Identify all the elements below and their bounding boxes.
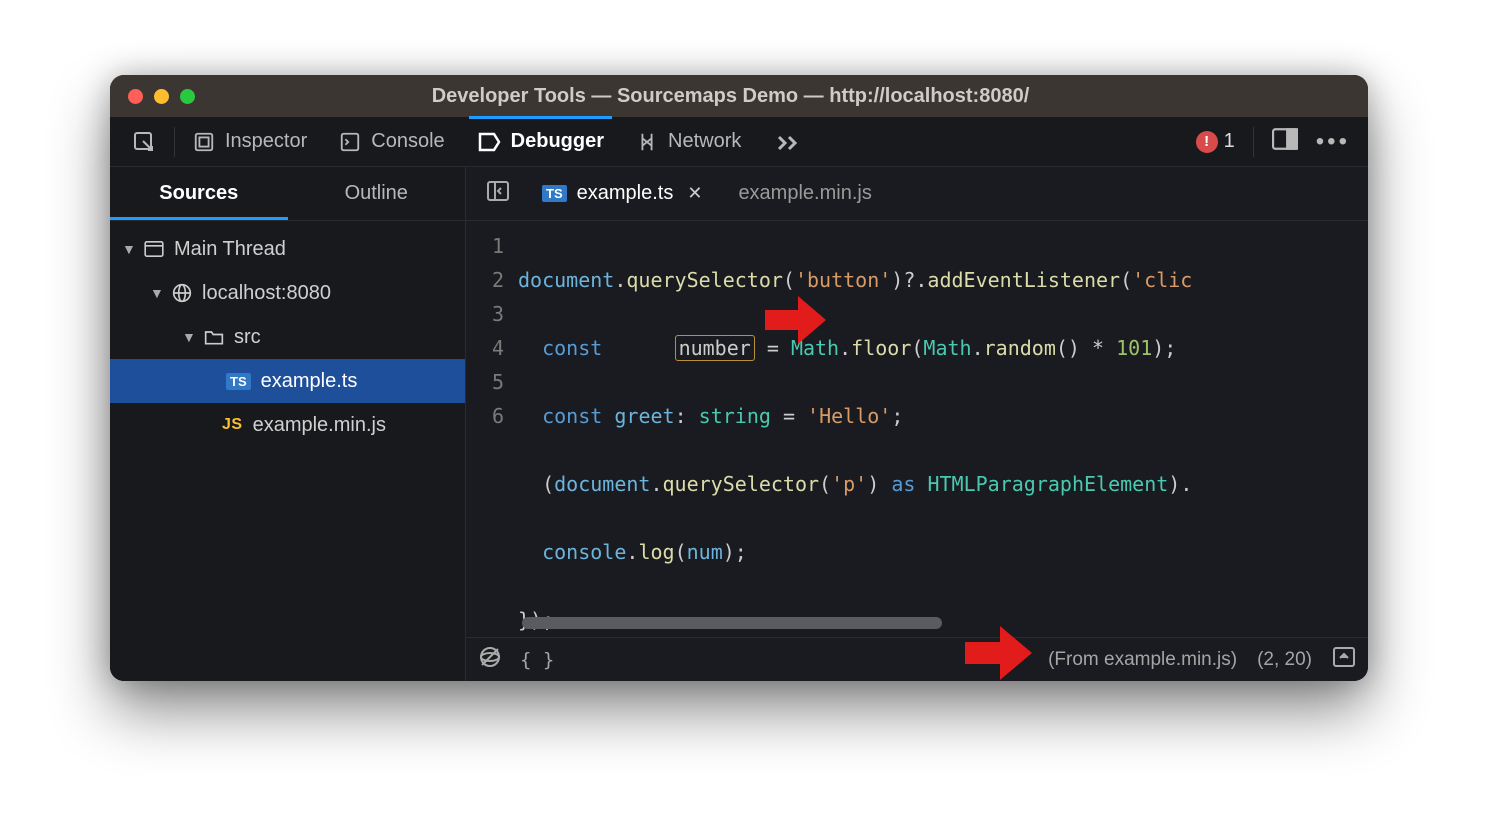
file-tab-example-ts[interactable]: TS example.ts ✕ [526,167,718,220]
file-tab-example-min-js[interactable]: example.min.js [722,167,887,220]
horizontal-scrollbar[interactable] [522,617,942,629]
ts-badge-icon: TS [226,373,251,390]
tree-host-label: localhost:8080 [202,282,331,305]
js-badge-icon: JS [222,416,243,434]
line-gutter: 1 2 3 4 5 6 [466,221,514,637]
tab-inspector[interactable]: Inspector [179,117,321,166]
tree-file-js-label: example.min.js [253,414,386,437]
code-editor[interactable]: 1 2 3 4 5 6 document.querySelector('butt… [466,221,1368,637]
window-titlebar: Developer Tools — Sourcemaps Demo — http… [110,75,1368,117]
highlighted-token: number [675,335,755,361]
chevron-down-icon: ▼ [122,241,134,257]
code-line: const greet: string = 'Hello'; [518,399,1368,433]
error-count: 1 [1224,130,1235,153]
kebab-menu-icon[interactable]: ••• [1316,128,1350,156]
cursor-position: (2, 20) [1257,649,1312,671]
ts-badge-icon: TS [542,185,567,202]
overflow-tabs-icon[interactable] [759,117,815,166]
globe-icon [172,283,192,303]
error-indicator[interactable]: ! 1 [1196,130,1235,153]
tab-console-label: Console [371,130,444,153]
chevron-down-icon: ▼ [182,329,194,345]
code-content: document.querySelector('button')?.addEve… [514,221,1368,637]
tree-main-thread-label: Main Thread [174,238,286,261]
code-line: document.querySelector('button')?.addEve… [518,263,1368,297]
devtools-window: Developer Tools — Sourcemaps Demo — http… [110,75,1368,681]
tab-debugger-label: Debugger [511,130,604,153]
dock-icon[interactable] [1272,128,1298,156]
sidebar-tab-outline[interactable]: Outline [288,167,466,220]
file-tab-bar: TS example.ts ✕ example.min.js [466,167,1368,221]
folder-icon [204,328,224,346]
sources-sidebar: Sources Outline ▼ Main Thread ▼ localhos… [110,167,466,681]
tree-main-thread[interactable]: ▼ Main Thread [110,227,465,271]
sidebar-tab-sources[interactable]: Sources [110,167,288,220]
tab-network[interactable]: Network [622,117,755,166]
blackbox-icon[interactable] [478,645,502,675]
tree-file-example-ts[interactable]: TS example.ts [110,359,465,403]
tab-console[interactable]: Console [325,117,458,166]
chevron-down-icon: ▼ [150,285,162,301]
window-icon [144,241,164,257]
code-line: console.log(num); [518,535,1368,569]
tree-host[interactable]: ▼ localhost:8080 [110,271,465,315]
window-title: Developer Tools — Sourcemaps Demo — http… [213,85,1368,108]
toggle-panel-icon[interactable] [1332,646,1356,674]
sourcemap-origin: (From example.min.js) [1048,649,1237,671]
file-tab-label: example.min.js [738,182,871,205]
tab-inspector-label: Inspector [225,130,307,153]
tree-file-example-min-js[interactable]: JS example.min.js [110,403,465,447]
picker-icon[interactable] [118,117,170,166]
editor-pane: TS example.ts ✕ example.min.js 1 2 3 4 5… [466,167,1368,681]
tab-network-label: Network [668,130,741,153]
devtools-toolbar: Inspector Console Debugger Network ! 1 [110,117,1368,167]
minimize-window-button[interactable] [154,89,169,104]
tree-folder-label: src [234,326,261,349]
maximize-window-button[interactable] [180,89,195,104]
sidebar-tab-outline-label: Outline [345,182,408,205]
error-icon: ! [1196,131,1218,153]
code-line: const number = Math.floor(Math.random() … [518,331,1368,365]
close-window-button[interactable] [128,89,143,104]
file-tab-label: example.ts [577,182,674,205]
sidebar-tab-sources-label: Sources [159,182,238,205]
editor-statusbar: { } (From example.min.js) (2, 20) [466,637,1368,681]
pretty-print-button[interactable]: { } [520,649,554,671]
code-line: (document.querySelector('p') as HTMLPara… [518,467,1368,501]
tree-folder-src[interactable]: ▼ src [110,315,465,359]
close-tab-icon[interactable]: ✕ [687,183,702,204]
tab-debugger[interactable]: Debugger [463,117,618,166]
toggle-sidebar-icon[interactable] [474,180,522,208]
source-tree: ▼ Main Thread ▼ localhost:8080 ▼ src TS … [110,221,465,447]
traffic-lights [128,89,195,104]
tree-file-ts-label: example.ts [261,370,358,393]
